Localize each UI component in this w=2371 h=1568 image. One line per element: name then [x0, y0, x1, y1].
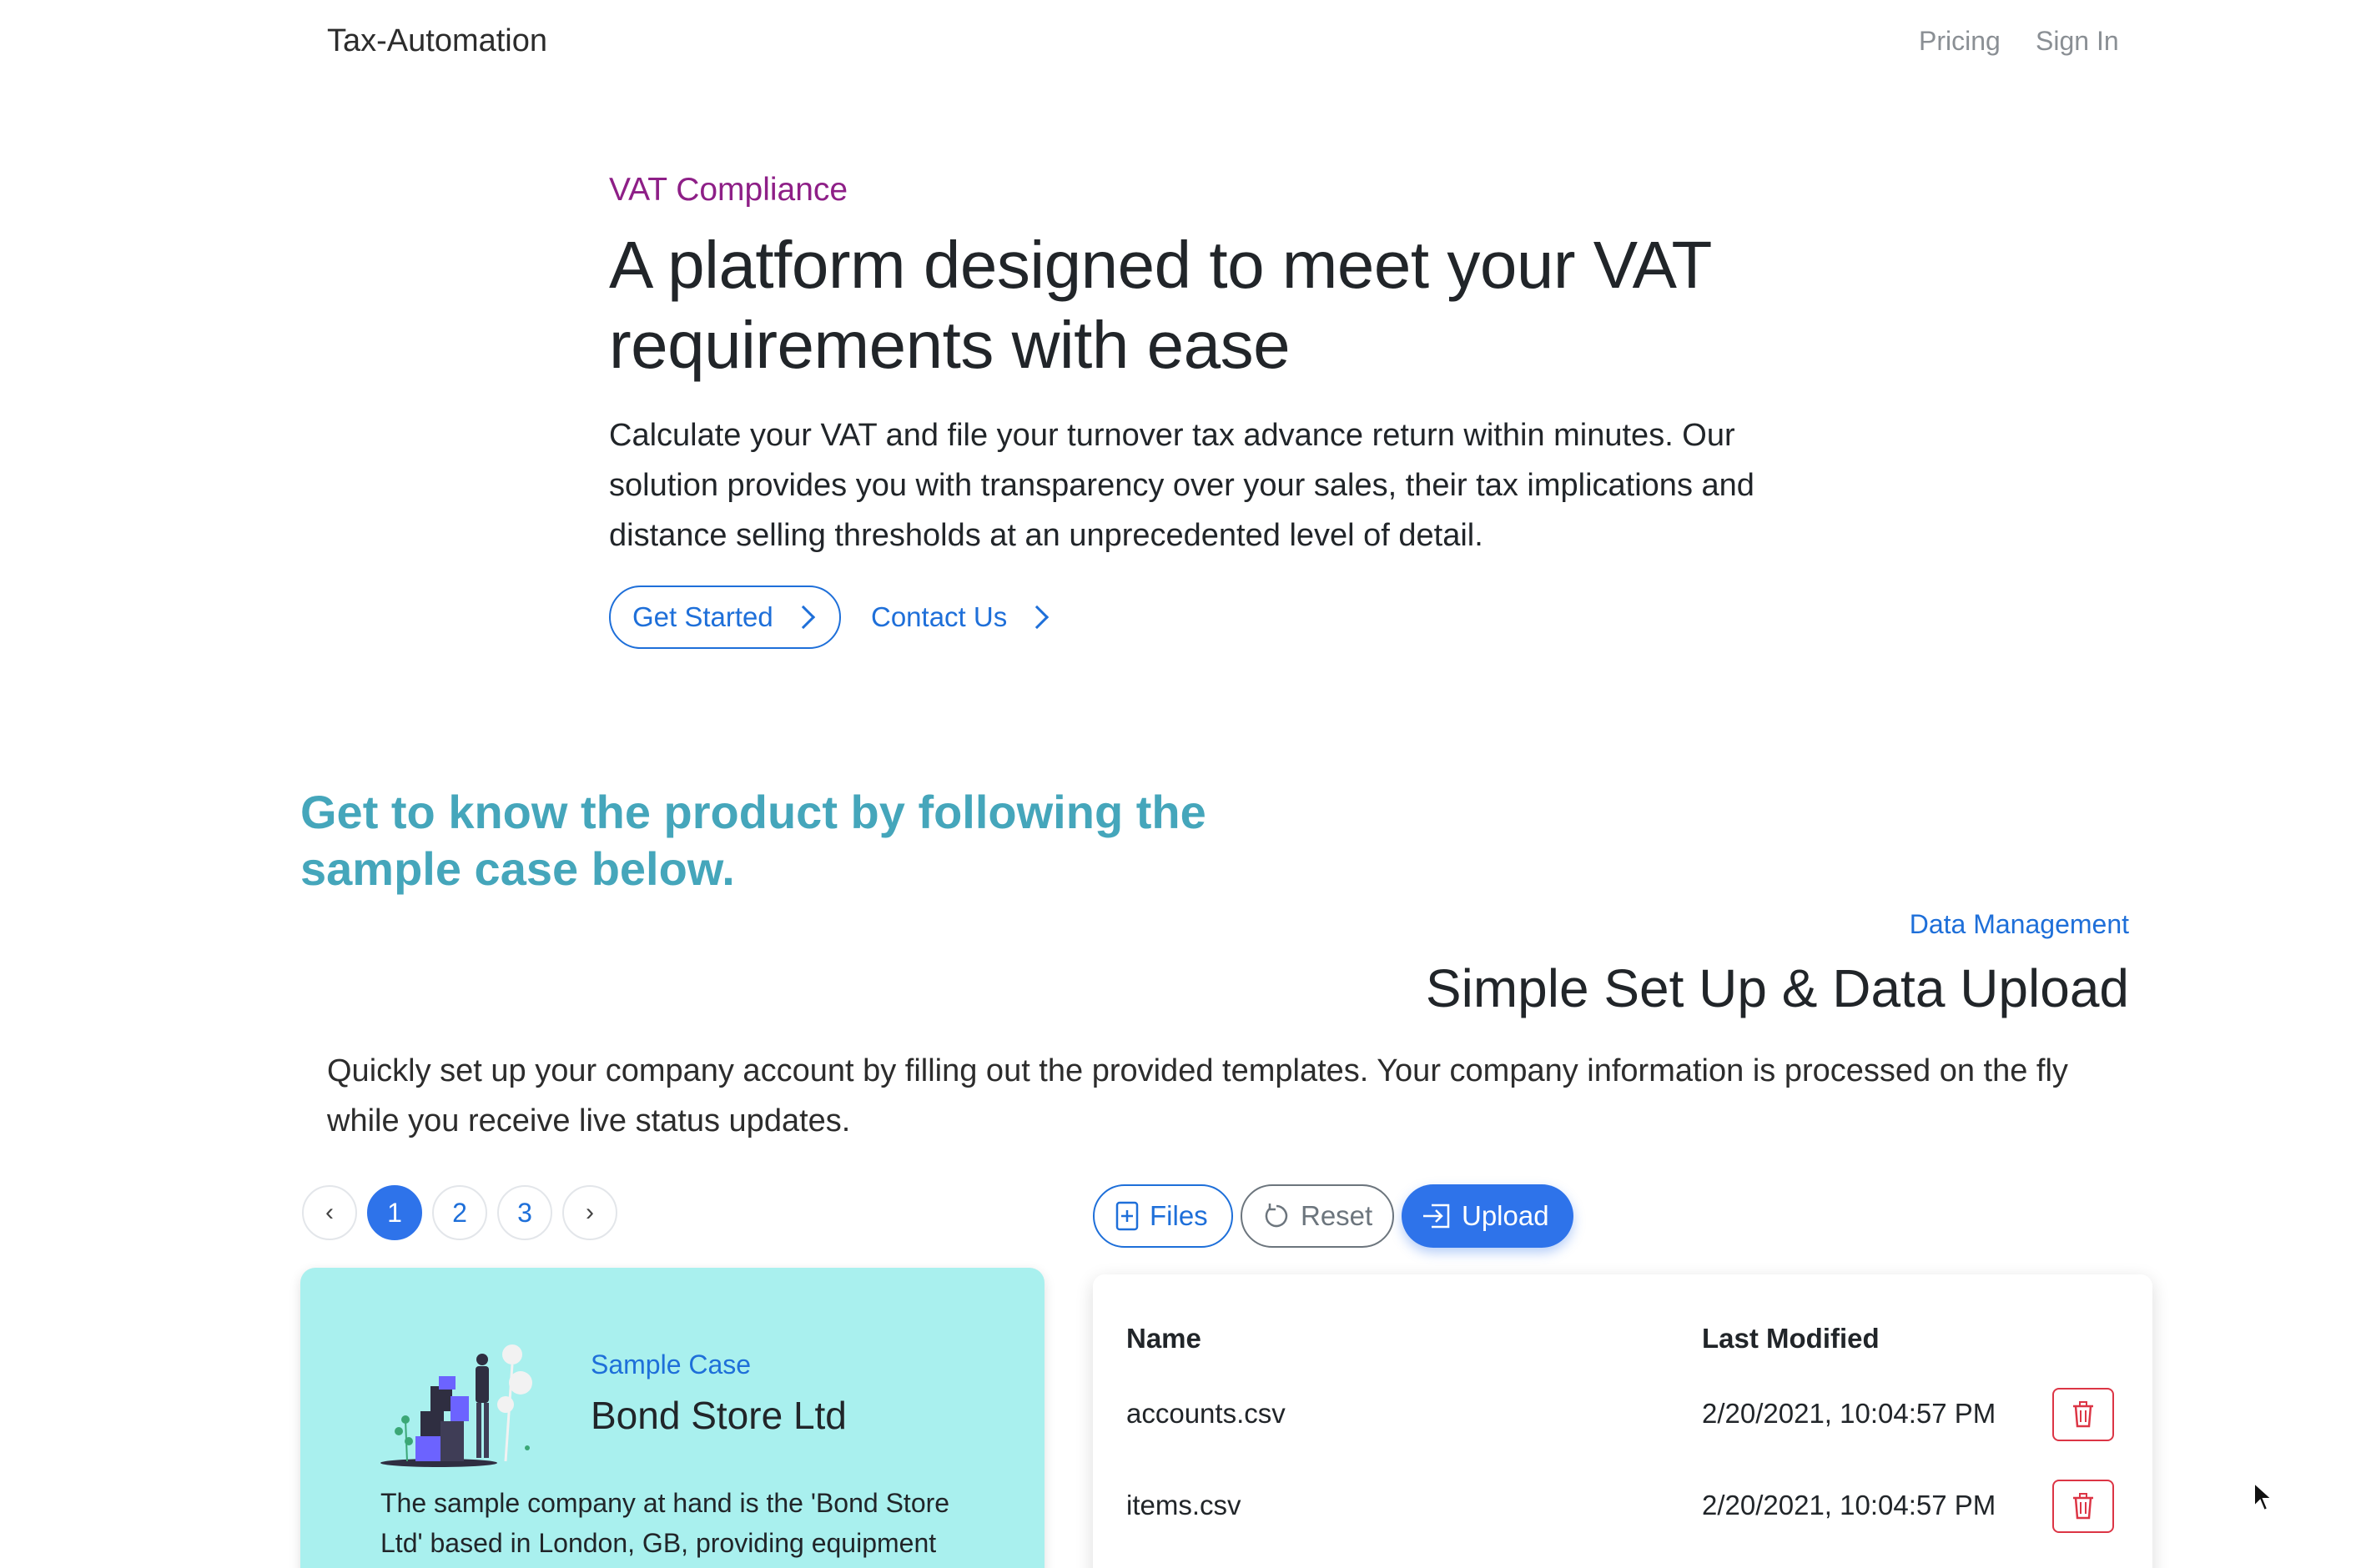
table-row: accounts.csv 2/20/2021, 10:04:57 PM — [1093, 1375, 2152, 1450]
mouse-cursor-icon — [2253, 1481, 2274, 1512]
column-header-name: Name — [1126, 1323, 1201, 1354]
file-last-modified: 2/20/2021, 10:04:57 PM — [1702, 1490, 1996, 1520]
files-label: Files — [1150, 1200, 1208, 1231]
file-last-modified: 2/20/2021, 10:04:57 PM — [1702, 1398, 1996, 1429]
sample-case-description: The sample company at hand is the 'Bond … — [380, 1488, 950, 1558]
chevron-right-icon — [1025, 605, 1050, 630]
brand-logo-text[interactable]: Tax-Automation — [327, 23, 547, 59]
sample-case-title: Bond Store Ltd — [591, 1394, 847, 1437]
upload-label: Upload — [1462, 1200, 1549, 1231]
upload-button[interactable]: Upload — [1402, 1184, 1573, 1248]
reset-button[interactable]: Reset — [1241, 1184, 1394, 1248]
pagination-page-2[interactable]: 2 — [432, 1185, 487, 1240]
file-name: items.csv — [1126, 1490, 1241, 1520]
sample-case-card: Sample Case Bond Store Ltd The sample co… — [300, 1268, 1045, 1568]
get-started-label: Get Started — [632, 601, 773, 632]
reset-label: Reset — [1301, 1200, 1373, 1231]
trash-icon — [2073, 1493, 2093, 1520]
data-upload-title: Simple Set Up & Data Upload — [1425, 958, 2129, 1018]
pagination-next[interactable]: › — [562, 1185, 617, 1240]
reset-icon — [1262, 1202, 1291, 1230]
contact-us-label: Contact Us — [871, 601, 1008, 632]
column-header-last-modified: Last Modified — [1702, 1323, 1880, 1354]
table-row: items.csv 2/20/2021, 10:04:57 PM — [1093, 1466, 2152, 1541]
file-plus-icon — [1115, 1201, 1140, 1231]
pagination-prev[interactable]: ‹ — [302, 1185, 357, 1240]
nav-link-pricing[interactable]: Pricing — [1919, 26, 2001, 57]
hero-title: A platform designed to meet your VAT req… — [609, 228, 1711, 382]
data-management-eyebrow: Data Management — [1909, 909, 2129, 939]
warehouse-person-illustration — [380, 1344, 532, 1467]
upload-icon — [1422, 1202, 1452, 1230]
get-started-button[interactable]: Get Started — [609, 585, 841, 649]
pagination: ‹ 1 2 3 › — [302, 1185, 617, 1240]
pagination-page-1[interactable]: 1 — [367, 1185, 422, 1240]
contact-us-button[interactable]: Contact Us — [871, 585, 1050, 649]
sample-section-heading: Get to know the product by following the… — [300, 786, 1206, 895]
pagination-page-3[interactable]: 3 — [497, 1185, 552, 1240]
hero-eyebrow: VAT Compliance — [609, 172, 848, 208]
nav-link-sign-in[interactable]: Sign In — [2036, 26, 2119, 57]
file-name: accounts.csv — [1126, 1398, 1286, 1429]
data-upload-description: Quickly set up your company account by f… — [327, 1053, 2068, 1138]
hero-description: Calculate your VAT and file your turnove… — [609, 418, 1754, 553]
trash-icon — [2073, 1401, 2093, 1428]
files-table: Name Last Modified accounts.csv 2/20/202… — [1093, 1274, 2152, 1568]
delete-file-button[interactable] — [2052, 1480, 2114, 1533]
chevron-right-icon — [791, 605, 815, 630]
sample-case-eyebrow: Sample Case — [591, 1349, 752, 1380]
files-button[interactable]: Files — [1093, 1184, 1233, 1248]
delete-file-button[interactable] — [2052, 1388, 2114, 1441]
